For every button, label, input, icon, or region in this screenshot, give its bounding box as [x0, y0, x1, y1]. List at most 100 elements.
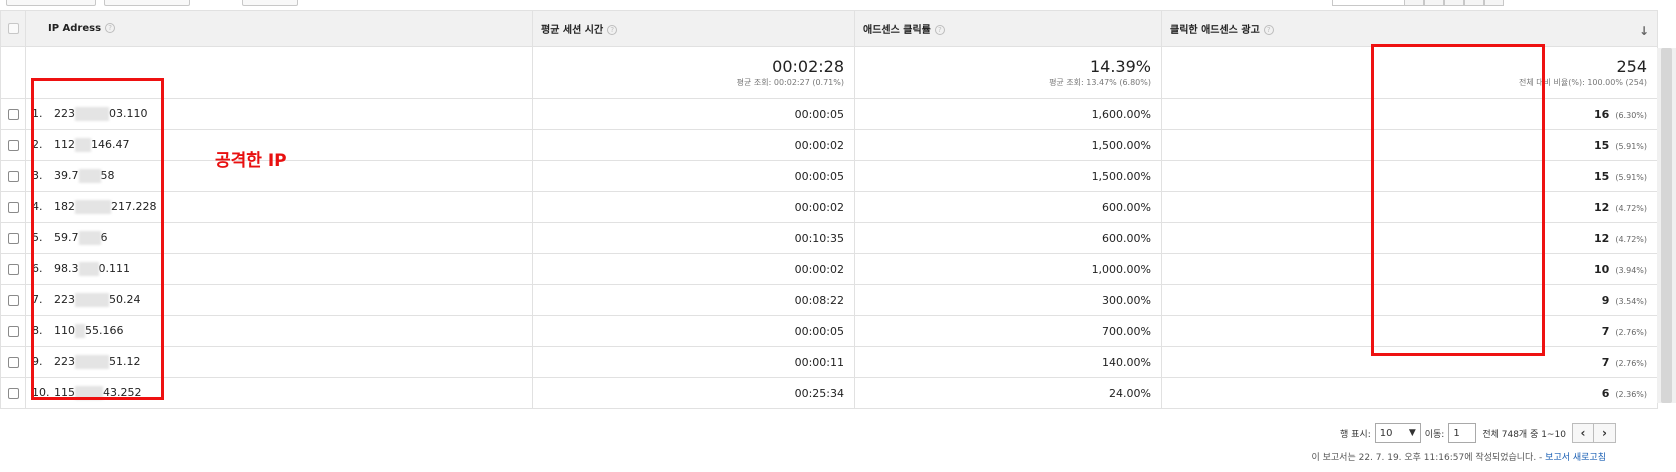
- ip-start: 98.3: [54, 262, 79, 275]
- view-toggle-button[interactable]: [1464, 0, 1484, 6]
- clicks-cell: 15 (5.91%): [1161, 129, 1658, 161]
- help-icon[interactable]: ?: [1263, 25, 1274, 35]
- row-checkbox[interactable]: [7, 326, 19, 337]
- toolbar-button[interactable]: [6, 0, 96, 6]
- annotation-label: 공격한 IP: [215, 151, 287, 171]
- column-header-clicks[interactable]: 클릭한 애드센스 광고? ↓: [1161, 10, 1658, 47]
- ctr-cell: 140.00%: [854, 346, 1162, 378]
- ip-cell[interactable]: 6. 98.3 0.111: [25, 253, 533, 285]
- help-icon[interactable]: ?: [607, 25, 618, 35]
- ctr-cell: 600.00%: [854, 191, 1162, 223]
- ip-start: 112: [54, 138, 75, 151]
- ip-end: 43.252: [103, 386, 142, 399]
- ip-start: 110: [54, 324, 75, 337]
- rows-value: 10: [1379, 427, 1393, 439]
- total-value: 14.39%: [1089, 57, 1151, 76]
- session-cell: 00:00:11: [532, 346, 855, 378]
- ip-cell[interactable]: 7. 223 50.24: [25, 284, 533, 316]
- clicks-percent: (2.76%): [1615, 358, 1647, 368]
- totals-session: 00:02:28 평균 조회: 00:02:27 (0.71%): [532, 46, 855, 99]
- rows-per-page-select[interactable]: 10 ▼: [1374, 423, 1421, 443]
- toolbar-strip: [0, 0, 1676, 10]
- clicks-cell: 7 (2.76%): [1161, 346, 1658, 378]
- column-header-ip[interactable]: IP Adress?: [25, 10, 533, 47]
- redacted-ip-segment: [75, 386, 103, 400]
- ctr-cell: 24.00%: [854, 377, 1162, 409]
- sort-desc-icon[interactable]: ↓: [1639, 24, 1649, 38]
- refresh-report-link[interactable]: 보고서 새로고침: [1545, 453, 1606, 463]
- row-select-cell: [0, 346, 26, 378]
- row-checkbox[interactable]: [7, 109, 19, 120]
- total-value: 00:02:28: [772, 57, 844, 76]
- row-index: 3.: [32, 169, 43, 182]
- vertical-scrollbar[interactable]: [1657, 48, 1676, 403]
- ip-cell[interactable]: 4. 182 217.228: [25, 191, 533, 223]
- row-checkbox[interactable]: [7, 264, 19, 275]
- ctr-cell: 700.00%: [854, 315, 1162, 347]
- clicks-cell: 16 (6.30%): [1161, 98, 1658, 130]
- ip-end: 58: [100, 169, 115, 182]
- clicks-value: 12: [1594, 231, 1610, 245]
- clicks-value: 10: [1594, 262, 1610, 276]
- ip-cell[interactable]: 10. 115 43.252: [25, 377, 533, 409]
- clicks-cell: 7 (2.76%): [1161, 315, 1658, 347]
- redacted-ip-segment: [78, 231, 101, 245]
- total-sub: 평균 조회: 13.47% (6.80%): [1049, 78, 1151, 87]
- table-row[interactable]: 9. 223 51.12 00:00:11 140.00% 7 (2.76%): [0, 346, 1676, 378]
- table-row[interactable]: 6. 98.3 0.111 00:00:02 1,000.00% 10 (3.94%): [0, 253, 1676, 285]
- ip-end: 217.228: [111, 200, 157, 213]
- total-sub: 평균 조회: 00:02:27 (0.71%): [736, 78, 844, 87]
- next-page-button[interactable]: ›: [1593, 423, 1616, 443]
- view-toggle-button[interactable]: [1404, 0, 1424, 6]
- ip-cell[interactable]: 5. 59.7 6: [25, 222, 533, 254]
- prev-page-button[interactable]: ‹: [1571, 423, 1594, 443]
- view-toggle-button[interactable]: [1444, 0, 1464, 6]
- header-row: IP Adress? 평균 세션 시간? 애드센스 클릭률? 클릭한 애드센스 …: [0, 10, 1676, 47]
- ip-cell[interactable]: 1. 223 03.110: [25, 98, 533, 130]
- clicks-value: 15: [1594, 169, 1610, 183]
- redacted-ip-segment: [75, 355, 109, 369]
- table-row[interactable]: 4. 182 217.228 00:00:02 600.00% 12 (4.72%): [0, 191, 1676, 223]
- ip-end: 0.111: [98, 262, 131, 275]
- table-row[interactable]: 5. 59.7 6 00:10:35 600.00% 12 (4.72%): [0, 222, 1676, 254]
- select-all-checkbox[interactable]: [7, 22, 19, 34]
- clicks-percent: (2.36%): [1615, 389, 1647, 399]
- row-checkbox[interactable]: [7, 295, 19, 306]
- report-table: IP Adress? 평균 세션 시간? 애드센스 클릭률? 클릭한 애드센스 …: [0, 10, 1676, 409]
- row-checkbox[interactable]: [7, 233, 19, 244]
- report-timestamp: 이 보고서는 22. 7. 19. 오후 11:16:57에 작성되었습니다. …: [1311, 450, 1606, 463]
- row-select-cell: [0, 222, 26, 254]
- goto-input[interactable]: 1: [1448, 423, 1477, 443]
- session-cell: 00:08:22: [532, 284, 855, 316]
- column-label: 애드센스 클릭률: [863, 25, 931, 36]
- ip-end: 51.12: [109, 355, 141, 368]
- clicks-cell: 12 (4.72%): [1161, 191, 1658, 223]
- toolbar-button[interactable]: [242, 0, 298, 6]
- redacted-ip-segment: [75, 107, 109, 121]
- row-checkbox[interactable]: [7, 171, 19, 182]
- table-row[interactable]: 8. 110 55.166 00:00:05 700.00% 7 (2.76%): [0, 315, 1676, 347]
- column-header-ctr[interactable]: 애드센스 클릭률?: [854, 10, 1162, 47]
- view-toggle-button[interactable]: [1424, 0, 1444, 6]
- session-cell: 00:10:35: [532, 222, 855, 254]
- view-toggle-button[interactable]: [1484, 0, 1504, 6]
- toolbar-button[interactable]: [104, 0, 190, 6]
- column-header-session[interactable]: 평균 세션 시간?: [532, 10, 855, 47]
- row-checkbox[interactable]: [7, 202, 19, 213]
- ctr-cell: 1,600.00%: [854, 98, 1162, 130]
- table-row[interactable]: 7. 223 50.24 00:08:22 300.00% 9 (3.54%): [0, 284, 1676, 316]
- row-checkbox[interactable]: [7, 140, 19, 151]
- ip-start: 182: [54, 200, 75, 213]
- scrollbar-thumb[interactable]: [1661, 48, 1672, 403]
- ip-start: 115: [54, 386, 75, 399]
- row-checkbox[interactable]: [7, 388, 19, 399]
- help-icon[interactable]: ?: [105, 23, 116, 33]
- ip-cell[interactable]: 9. 223 51.12: [25, 346, 533, 378]
- help-icon[interactable]: ?: [934, 25, 945, 35]
- table-row[interactable]: 1. 223 03.110 00:00:05 1,600.00% 16 (6.30%): [0, 98, 1676, 130]
- ctr-cell: 1,500.00%: [854, 160, 1162, 192]
- table-row[interactable]: 10. 115 43.252 00:25:34 24.00% 6 (2.36%): [0, 377, 1676, 409]
- row-checkbox[interactable]: [7, 357, 19, 368]
- ip-end: 6: [100, 231, 108, 244]
- ip-cell[interactable]: 8. 110 55.166: [25, 315, 533, 347]
